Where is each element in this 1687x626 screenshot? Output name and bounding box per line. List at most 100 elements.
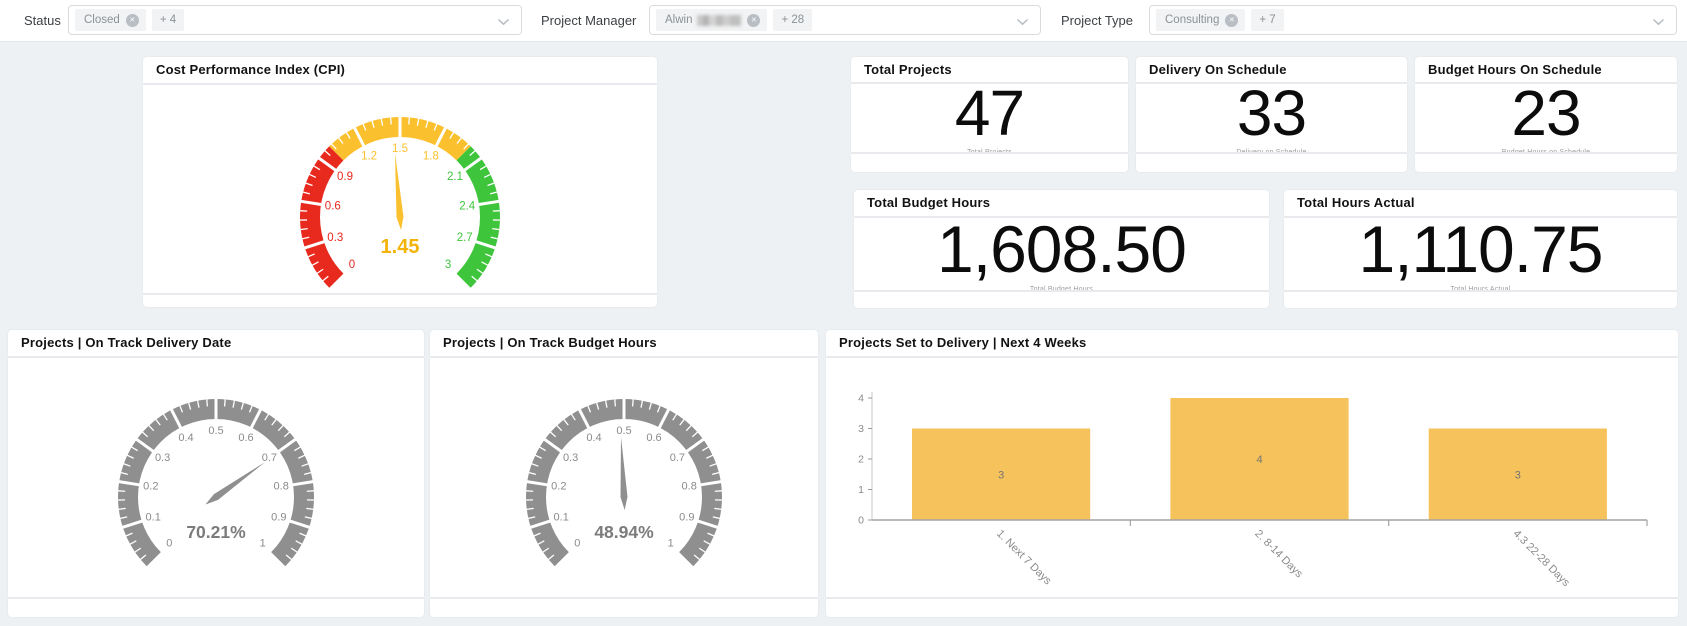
dashboard: Status Closed + 4 Project Manager Alwin … xyxy=(0,0,1687,626)
panel-title: Budget Hours On Schedule xyxy=(1415,57,1677,82)
more-count-chip[interactable]: + 28 xyxy=(773,9,813,31)
kpi-caption: Total Budget Hours xyxy=(1029,285,1094,291)
status-filter-label: Status xyxy=(24,13,61,28)
svg-text:2.1: 2.1 xyxy=(447,171,463,183)
chevron-down-icon[interactable] xyxy=(1016,18,1029,26)
svg-text:1. Next 7 Days: 1. Next 7 Days xyxy=(994,528,1054,588)
filter-chip[interactable]: Closed xyxy=(75,9,146,31)
project-manager-filter-label: Project Manager xyxy=(541,13,637,28)
svg-text:0: 0 xyxy=(858,515,864,527)
panel-title: Projects Set to Delivery | Next 4 Weeks xyxy=(826,330,1678,356)
kpi-body[interactable]: 33 Delivery on Schedule xyxy=(1136,84,1407,152)
svg-text:4: 4 xyxy=(1256,454,1262,466)
project-manager-filter-dropdown[interactable]: Alwin + 28 xyxy=(649,5,1041,35)
panel-title: Cost Performance Index (CPI) xyxy=(143,57,657,83)
filter-chip[interactable]: Consulting xyxy=(1156,9,1246,31)
kpi-value: 33 xyxy=(1236,84,1307,149)
svg-text:1: 1 xyxy=(260,538,266,550)
panel-title: Total Hours Actual xyxy=(1284,190,1677,216)
panel-footer xyxy=(143,295,657,307)
svg-text:0.5: 0.5 xyxy=(208,425,223,437)
panel-title: Total Projects xyxy=(851,57,1128,82)
kpi-card-budget-hours-on-schedule: Budget Hours On Schedule 23 Budget Hours… xyxy=(1415,57,1677,172)
svg-text:0.4: 0.4 xyxy=(178,432,193,444)
filter-chip-label: Consulting xyxy=(1165,14,1220,26)
svg-text:3: 3 xyxy=(445,259,451,271)
svg-text:0.9: 0.9 xyxy=(337,171,353,183)
kpi-value: 47 xyxy=(954,84,1025,149)
svg-text:1.45: 1.45 xyxy=(381,236,420,258)
svg-text:3: 3 xyxy=(1515,469,1521,481)
kpi-value: 1,608.50 xyxy=(937,218,1187,286)
kpi-value: 1,110.75 xyxy=(1358,218,1603,286)
svg-text:0.3: 0.3 xyxy=(563,452,578,464)
svg-text:1.8: 1.8 xyxy=(423,150,439,162)
svg-text:0: 0 xyxy=(574,538,580,550)
kpi-caption: Budget Hours on Schedule xyxy=(1501,148,1591,153)
svg-text:1.2: 1.2 xyxy=(361,150,377,162)
kpi-caption: Delivery on Schedule xyxy=(1236,148,1307,153)
panel-title: Delivery On Schedule xyxy=(1136,57,1407,82)
svg-text:48.94%: 48.94% xyxy=(594,522,654,542)
svg-text:2.4: 2.4 xyxy=(459,200,476,212)
panel-total-budget-hours: Total Budget Hours 1,608.50 Total Budget… xyxy=(854,190,1269,308)
panel-on-track-delivery-date: Projects | On Track Delivery Date 0 0.1 0.… xyxy=(8,330,424,617)
kpi-caption: Total Projects xyxy=(967,148,1012,153)
kpi-body[interactable]: 47 Total Projects xyxy=(851,84,1128,152)
svg-text:0.6: 0.6 xyxy=(238,432,253,444)
svg-text:0.2: 0.2 xyxy=(551,481,566,493)
panel-footer xyxy=(851,154,1128,172)
panel-footer xyxy=(1136,154,1407,172)
svg-text:3: 3 xyxy=(998,469,1004,481)
kpi-body[interactable]: 1,110.75 Total Hours Actual xyxy=(1284,218,1677,290)
kpi-body[interactable]: 23 Budget Hours on Schedule xyxy=(1415,84,1677,152)
svg-text:4: 4 xyxy=(858,393,864,405)
svg-text:0.8: 0.8 xyxy=(274,481,289,493)
svg-text:0.9: 0.9 xyxy=(271,511,286,523)
chip-remove-icon[interactable] xyxy=(125,13,139,27)
svg-text:0.7: 0.7 xyxy=(670,452,685,464)
svg-text:2: 2 xyxy=(858,454,864,466)
svg-text:0.3: 0.3 xyxy=(155,452,170,464)
kpi-value: 23 xyxy=(1511,84,1581,149)
svg-text:2.7: 2.7 xyxy=(457,232,473,244)
svg-text:0.8: 0.8 xyxy=(682,481,697,493)
chip-remove-icon[interactable] xyxy=(747,13,761,27)
filter-chip[interactable]: Alwin xyxy=(656,9,768,31)
panel-footer xyxy=(1415,154,1677,172)
kpi-body[interactable]: 1,608.50 Total Budget Hours xyxy=(854,218,1269,290)
panel-footer xyxy=(854,292,1269,308)
svg-text:1.5: 1.5 xyxy=(392,143,408,155)
panel-total-hours-actual: Total Hours Actual 1,110.75 Total Hours … xyxy=(1284,190,1677,308)
chip-remove-icon[interactable] xyxy=(1225,13,1239,27)
filter-bar: Status Closed + 4 Project Manager Alwin … xyxy=(0,0,1687,42)
kpi-card-delivery-on-schedule: Delivery On Schedule 33 Delivery on Sche… xyxy=(1136,57,1407,172)
filter-chip-label: Closed xyxy=(84,14,120,26)
panel-title: Projects | On Track Delivery Date xyxy=(8,330,424,356)
svg-text:0.3: 0.3 xyxy=(327,232,343,244)
cpi-gauge-chart[interactable]: 0 0.3 0.6 0.9 1.2 1.5 1.8 2.1 2.4 2.7 3 1.45 xyxy=(143,85,657,293)
budget-gauge-chart[interactable]: 0 0.1 0.2 0.3 0.4 0.5 0.6 0.7 0.8 0.9 1 48.94% xyxy=(430,358,818,597)
svg-text:3: 3 xyxy=(858,423,864,435)
more-count-chip[interactable]: + 7 xyxy=(1251,9,1284,31)
status-filter-dropdown[interactable]: Closed + 4 xyxy=(68,5,522,35)
project-type-filter-dropdown[interactable]: Consulting + 7 xyxy=(1149,5,1677,35)
kpi-card-total-projects: Total Projects 47 Total Projects xyxy=(851,57,1128,172)
svg-text:0.2: 0.2 xyxy=(143,481,158,493)
svg-text:4.3 22-28 Days: 4.3 22-28 Days xyxy=(1511,528,1573,590)
more-count-chip[interactable]: + 4 xyxy=(151,9,185,31)
svg-text:0: 0 xyxy=(166,538,172,550)
panel-footer xyxy=(430,599,818,617)
redacted-text xyxy=(697,14,742,26)
svg-text:0: 0 xyxy=(349,259,355,271)
svg-text:70.21%: 70.21% xyxy=(186,522,246,542)
filter-chip-label: Alwin xyxy=(665,14,693,26)
panel-title: Total Budget Hours xyxy=(854,190,1269,216)
delivery-gauge-chart[interactable]: 0 0.1 0.2 0.3 0.4 0.5 0.6 0.7 0.8 0.9 1 70.21% xyxy=(8,358,424,597)
chevron-down-icon[interactable] xyxy=(497,18,510,26)
chevron-down-icon[interactable] xyxy=(1652,18,1665,26)
panel-footer xyxy=(8,599,424,617)
delivery-bar-chart[interactable]: 0 1 2 3 4 3 4 3 1. Next 7 Days 2. 8-14 Days 4.3 22… xyxy=(826,358,1678,597)
panel-on-track-budget-hours: Projects | On Track Budget Hours 0 0.1 0.2… xyxy=(430,330,818,617)
svg-text:0.1: 0.1 xyxy=(554,511,569,523)
